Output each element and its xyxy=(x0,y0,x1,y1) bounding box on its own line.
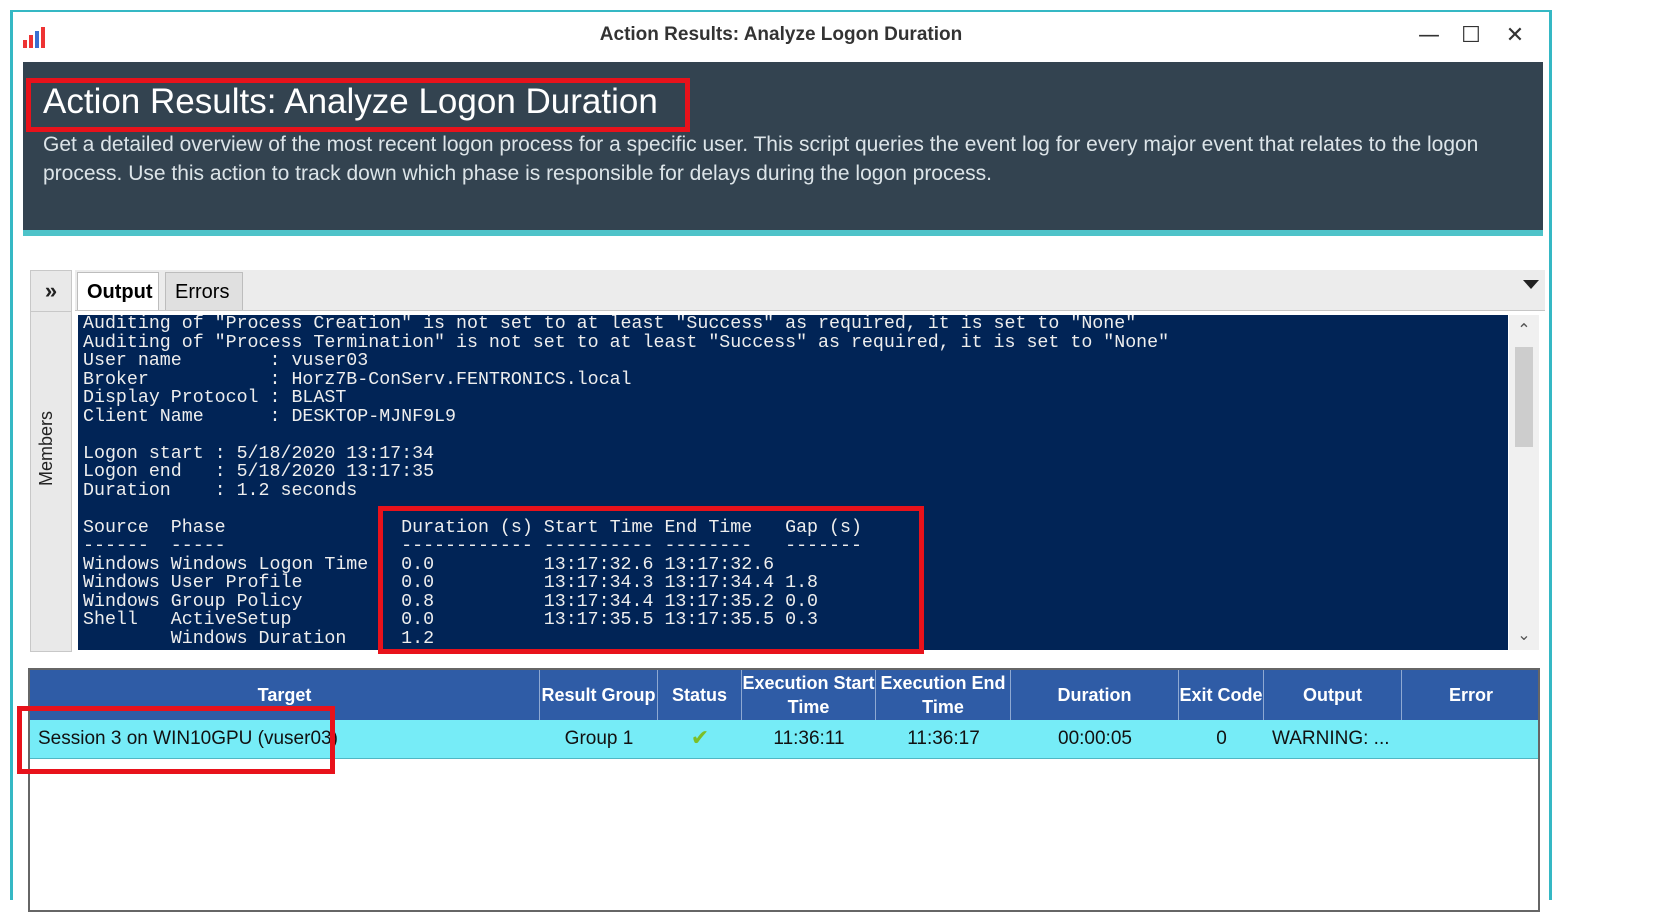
scroll-down-icon[interactable]: ⌄ xyxy=(1509,622,1539,648)
cell-error xyxy=(1402,720,1538,758)
cell-result-group: Group 1 xyxy=(564,728,634,749)
column-header-duration[interactable]: Duration xyxy=(1011,670,1179,720)
window-title: Action Results: Analyze Logon Duration xyxy=(599,24,963,45)
action-results-window: Action Results: Analyze Logon Duration —… xyxy=(10,10,1552,912)
cell-output: WARNING: ... xyxy=(1272,728,1390,749)
console-output-text: Auditing of "Process Creation" is not se… xyxy=(83,315,1170,649)
cell-end-time: 11:36:17 xyxy=(907,728,980,749)
column-header-end-time[interactable]: Execution End Time xyxy=(876,670,1011,720)
results-table: Target Result Group Status Execution Sta… xyxy=(28,668,1540,912)
column-header-status[interactable]: Status xyxy=(658,670,742,720)
output-console[interactable]: Auditing of "Process Creation" is not se… xyxy=(78,315,1508,650)
scrollbar-thumb[interactable] xyxy=(1515,347,1533,447)
column-header-start-time[interactable]: Execution Start Time xyxy=(742,670,876,720)
cell-start-time: 11:36:11 xyxy=(773,728,845,749)
page-title: Action Results: Analyze Logon Duration xyxy=(43,82,658,121)
maximize-button[interactable]: ☐ xyxy=(1451,18,1491,54)
column-header-target[interactable]: Target xyxy=(30,670,540,720)
title-bar: Action Results: Analyze Logon Duration —… xyxy=(13,12,1549,60)
column-header-output[interactable]: Output xyxy=(1264,670,1402,720)
tab-output[interactable]: Output xyxy=(77,272,159,310)
chevron-down-icon[interactable] xyxy=(1523,280,1539,289)
members-panel: » Members xyxy=(30,270,72,652)
cell-target: Session 3 on WIN10GPU (vuser03) xyxy=(38,728,338,749)
description-banner: Action Results: Analyze Logon Duration G… xyxy=(23,62,1543,236)
cell-exit-code: 0 xyxy=(1216,728,1227,749)
cell-duration: 00:00:05 xyxy=(1058,728,1132,749)
members-label[interactable]: Members xyxy=(36,411,57,486)
console-scrollbar[interactable]: ⌃ ⌄ xyxy=(1509,315,1539,650)
column-header-error[interactable]: Error xyxy=(1402,670,1538,720)
table-header: Target Result Group Status Execution Sta… xyxy=(30,670,1538,720)
table-row[interactable]: Session 3 on WIN10GPU (vuser03) Group 1 … xyxy=(30,720,1538,759)
column-header-result-group[interactable]: Result Group xyxy=(540,670,658,720)
tab-errors[interactable]: Errors xyxy=(165,272,243,310)
column-header-exit-code[interactable]: Exit Code xyxy=(1179,670,1264,720)
output-tab-bar: Output Errors xyxy=(75,270,1545,311)
expand-members-button[interactable]: » xyxy=(31,271,71,312)
close-button[interactable]: ✕ xyxy=(1495,18,1535,54)
checkmark-icon: ✔ xyxy=(690,726,710,751)
scroll-up-icon[interactable]: ⌃ xyxy=(1509,317,1539,343)
minimize-button[interactable]: — xyxy=(1409,18,1449,54)
page-description: Get a detailed overview of the most rece… xyxy=(43,133,1479,185)
